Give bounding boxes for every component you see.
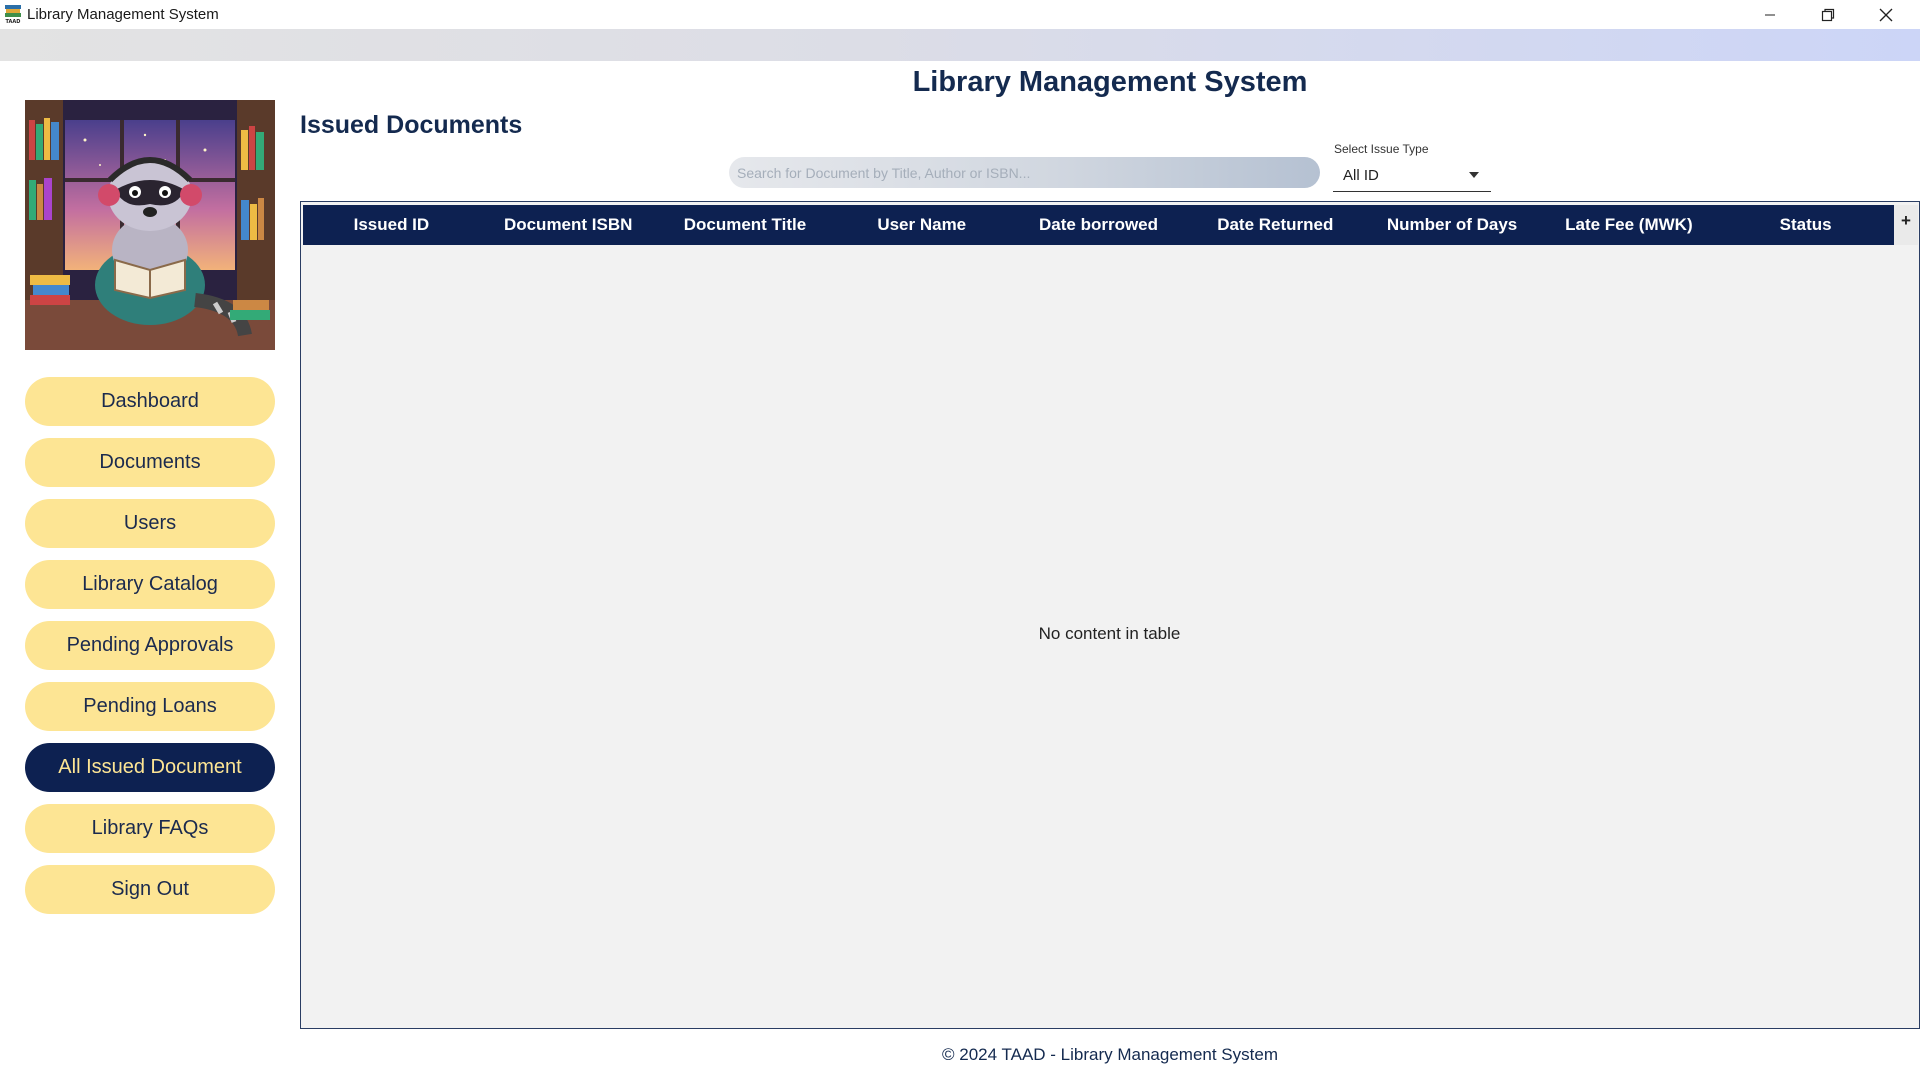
nav-pending-approvals-button[interactable]: Pending Approvals	[25, 621, 275, 670]
page-title: Issued Documents	[300, 111, 523, 139]
nav-documents-button[interactable]: Documents	[25, 438, 275, 487]
close-button[interactable]	[1857, 0, 1915, 29]
nav-dashboard-button[interactable]: Dashboard	[25, 377, 275, 426]
column-header-document-isbn[interactable]: Document ISBN	[480, 205, 657, 245]
app-title: Library Management System	[912, 66, 1308, 98]
column-header-status[interactable]: Status	[1717, 205, 1894, 245]
column-header-late-fee[interactable]: Late Fee (MWK)	[1540, 205, 1717, 245]
issue-type-select[interactable]: All ID	[1333, 160, 1491, 192]
column-header-number-of-days[interactable]: Number of Days	[1364, 205, 1541, 245]
minimize-icon	[1765, 14, 1775, 15]
nav-users-button[interactable]: Users	[25, 499, 275, 548]
issue-type-value: All ID	[1343, 167, 1379, 184]
close-icon	[1879, 8, 1893, 21]
column-header-document-title[interactable]: Document Title	[657, 205, 834, 245]
window-titlebar: TAAD Library Management System	[0, 0, 1920, 29]
svg-text:TAAD: TAAD	[6, 19, 21, 24]
issue-type-label: Select Issue Type	[1334, 142, 1429, 156]
footer-copyright: © 2024 TAAD - Library Management System	[942, 1045, 1278, 1064]
nav-library-faqs-button[interactable]: Library FAQs	[25, 804, 275, 853]
menu-bar	[0, 29, 1920, 61]
nav-library-catalog-button[interactable]: Library Catalog	[25, 560, 275, 609]
nav-all-issued-document-button[interactable]: All Issued Document	[25, 743, 275, 792]
column-header-issued-id[interactable]: Issued ID	[303, 205, 480, 245]
window-title: Library Management System	[27, 6, 219, 23]
nav-pending-loans-button[interactable]: Pending Loans	[25, 682, 275, 731]
sign-out-button[interactable]: Sign Out	[25, 865, 275, 914]
column-menu-button[interactable]: +	[1894, 205, 1918, 245]
table-header: Issued ID Document ISBN Document Title U…	[303, 205, 1894, 245]
chevron-down-icon	[1469, 172, 1479, 178]
restore-icon	[1821, 8, 1835, 21]
minimize-button[interactable]	[1741, 0, 1799, 29]
table-empty-message: No content in table	[1038, 624, 1181, 643]
raccoon-reading-illustration	[25, 100, 275, 350]
restore-button[interactable]	[1799, 0, 1857, 29]
search-input[interactable]	[729, 157, 1320, 188]
issued-documents-table[interactable]: Issued ID Document ISBN Document Title U…	[300, 201, 1920, 1029]
column-header-date-returned[interactable]: Date Returned	[1187, 205, 1364, 245]
column-header-user-name[interactable]: User Name	[833, 205, 1010, 245]
app-logo-icon: TAAD	[5, 5, 21, 24]
column-header-date-borrowed[interactable]: Date borrowed	[1010, 205, 1187, 245]
